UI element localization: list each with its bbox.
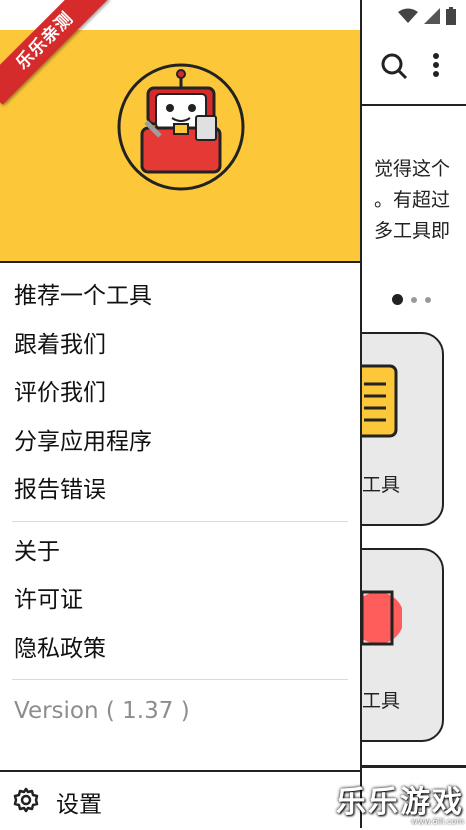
signal-icon [424,8,440,28]
search-icon[interactable] [380,52,408,84]
menu-item-recommend-tool[interactable]: 推荐一个工具 [0,272,360,321]
toolbox-robot-logo [116,62,246,196]
pager-dot [425,296,431,303]
menu-divider [12,679,348,680]
settings-row[interactable]: 设置 [0,770,360,830]
menu-item-about[interactable]: 关于 [0,528,360,577]
gear-icon [12,786,40,818]
watermark-brand: 乐乐游戏 [336,785,464,820]
pager-dot [411,296,417,303]
settings-label: 设置 [56,792,102,818]
more-vert-icon[interactable] [432,52,440,82]
pager-dots [392,294,431,305]
wifi-icon [398,8,418,28]
brand-watermark: 乐乐游戏 www.6ill.com [336,777,464,826]
menu-divider [12,520,348,522]
drawer-header [0,30,360,263]
version-label: Version ( 1.37 ) [14,698,190,724]
drawer-menu: 推荐一个工具 跟着我们 评价我们 分享应用程序 报告错误 关于 许可证 隐私政策… [0,272,360,736]
menu-item-follow-us[interactable]: 跟着我们 [0,321,360,370]
tool-card-label: 工具 [362,474,401,496]
navigation-drawer: 乐乐亲测 推荐一个工具 跟着我们 评价我们 分享应用程序 报告错误 关于 许可证… [0,0,362,830]
menu-item-privacy-policy[interactable]: 隐私政策 [0,625,360,674]
menu-item-license[interactable]: 许可证 [0,576,360,625]
menu-item-rate-us[interactable]: 评价我们 [0,369,360,418]
battery-icon [446,7,456,29]
menu-item-share-app[interactable]: 分享应用程序 [0,418,360,467]
tool-card-label: 工具 [362,690,401,712]
menu-item-report-bug[interactable]: 报告错误 [0,466,360,515]
pager-dot-active [392,294,403,305]
